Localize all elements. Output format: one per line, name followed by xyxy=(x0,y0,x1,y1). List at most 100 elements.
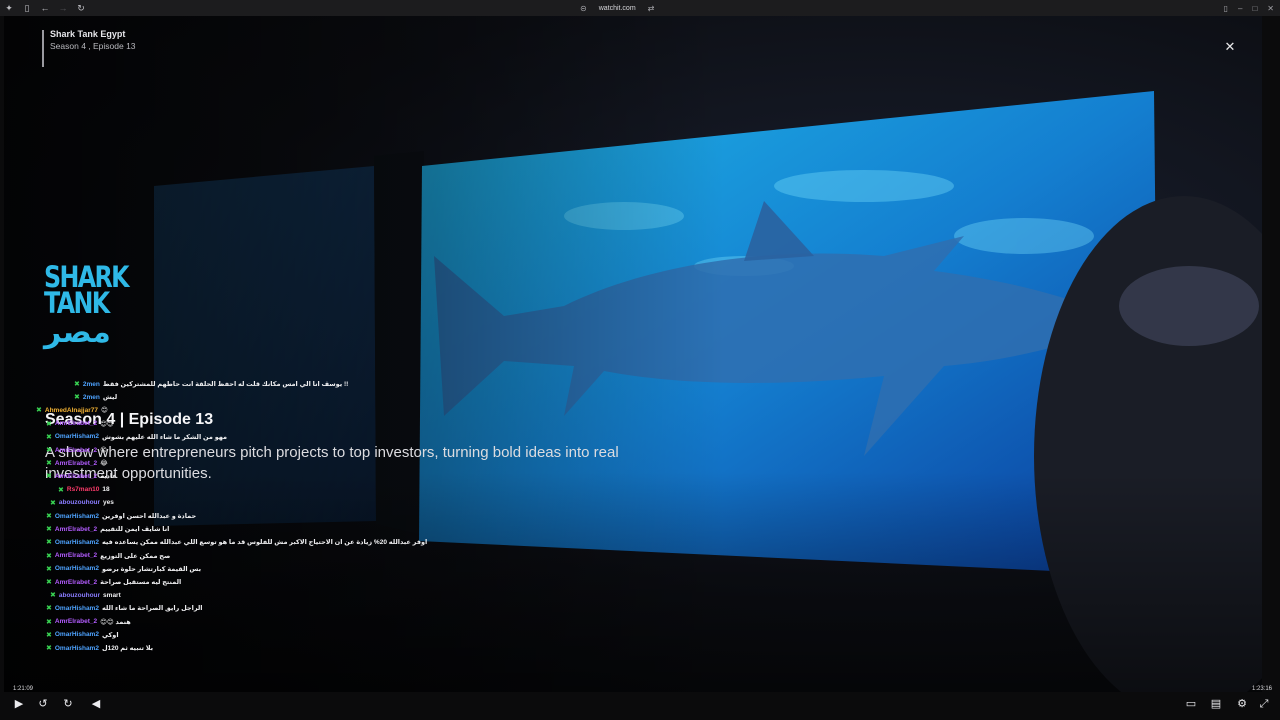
time-total: 1:23:16 xyxy=(1252,686,1273,692)
chat-username[interactable]: AmrElrabet_2 xyxy=(55,447,97,454)
chat-text: صح ممكن على التوزيع xyxy=(100,552,171,560)
chat-text: حمادة و عبدالله احسن اوفرين xyxy=(101,513,197,520)
chat-username[interactable]: OmarHisham2 xyxy=(55,565,99,572)
back-icon[interactable]: ← xyxy=(36,0,54,16)
chat-username[interactable]: AmrElrabet_2 xyxy=(55,460,97,467)
badge-icon: ✖ xyxy=(46,605,52,613)
swap-icon[interactable]: ⇄ xyxy=(648,4,655,13)
browser-toolbar: ✦ ▯ ← → ↻ ⊝ watchit.com ⇄ ▯ – □ ✕ xyxy=(0,0,1280,16)
chat-message: ✖ abouzouhour smart xyxy=(50,589,121,601)
chat-message: ✖ AmrElrabet_2 المنتج ليه مستقبل صراحة xyxy=(46,576,181,588)
badge-icon: ✖ xyxy=(50,499,56,507)
reload-icon[interactable]: ↻ xyxy=(72,0,90,16)
chat-username[interactable]: OmarHisham2 xyxy=(55,513,99,520)
fullscreen-icon[interactable]: ⤢ xyxy=(1257,697,1271,711)
forward-icon[interactable]: → xyxy=(54,0,72,16)
close-icon[interactable]: ✕ xyxy=(1224,40,1236,53)
chat-message: ✖ OmarHisham2 حمادة و عبدالله احسن اوفرين xyxy=(46,510,196,522)
show-logo: SHARK TANK مصر xyxy=(44,260,130,350)
sidebar-icon[interactable]: ▯ xyxy=(18,0,36,16)
chat-text: بلا تنبيه ثم 120ل xyxy=(101,645,154,652)
badge-icon: ✖ xyxy=(46,631,52,639)
badge-icon: ✖ xyxy=(74,381,80,388)
chat-text: ليش xyxy=(102,394,118,402)
player-controls: ▶ ↺ ↻ ◀ ▭ ▤ ⚙ ⤢ xyxy=(0,694,1280,716)
volume-icon[interactable]: ◀ xyxy=(89,697,103,711)
badge-icon: ✖ xyxy=(46,552,52,560)
chat-username[interactable]: abouzouhour xyxy=(59,592,100,599)
subtitles-icon[interactable]: ▭ xyxy=(1184,697,1198,711)
chat-message: ✖ AmrElrabet_2 😊 xyxy=(46,444,107,456)
badge-icon: ✖ xyxy=(46,433,52,441)
maximize-icon[interactable]: □ xyxy=(1252,4,1257,13)
panel-icon[interactable]: ▯ xyxy=(1224,4,1228,13)
chat-username[interactable]: OmarHisham2 xyxy=(55,433,99,440)
badge-icon: ✖ xyxy=(46,565,52,573)
chat-text: 😊😊 هنمد xyxy=(100,618,131,626)
season-episode: Season 4 , Episode 13 xyxy=(50,41,136,51)
address-bar[interactable]: watchit.com xyxy=(599,5,636,12)
time-elapsed: 1:21:09 xyxy=(13,686,34,692)
chat-username[interactable]: AhmedAlnajjar77 xyxy=(45,407,98,414)
chat-username[interactable]: abouzouhour xyxy=(59,499,100,506)
chat-message: ✖ AmrElrabet_2 😊😊 هنمد xyxy=(46,616,131,628)
badge-icon: ✖ xyxy=(46,513,52,520)
badge-icon: ✖ xyxy=(46,645,52,652)
badge-icon: ✖ xyxy=(46,420,52,428)
chat-message: ✖ AhmedAlnajjar77 😊 xyxy=(36,404,108,416)
chat-username[interactable]: OmarHisham2 xyxy=(55,631,99,638)
forward-10-icon[interactable]: ↻ xyxy=(61,697,75,711)
chat-text: يوسف انا الي امس مكانك قلت له احفظ الحلق… xyxy=(102,381,349,388)
chat-text: الراجل رايق الصراحة ما شاء الله xyxy=(101,605,203,613)
settings-icon[interactable]: ⚙ xyxy=(1235,697,1249,711)
chat-message: ✖ OmarHisham2 مهو من الشكر ما شاء الله علي… xyxy=(46,431,227,443)
chat-text: 😊 xyxy=(100,447,107,454)
chat-username[interactable]: OmarHisham2 xyxy=(55,539,99,546)
close-window-icon[interactable]: ✕ xyxy=(1267,4,1274,13)
badge-icon: ✖ xyxy=(46,447,52,454)
badge-icon: ✖ xyxy=(46,526,52,534)
episode-header: Shark Tank Egypt Season 4 , Episode 13 xyxy=(42,29,136,67)
chat-message: ✖ AmrElrabet_2 😊😊 xyxy=(46,418,114,430)
chat-text: 😂 xyxy=(100,460,108,468)
live-chat: ✖ 2men يوسف انا الي امس مكانك قلت له احفظ … xyxy=(0,378,427,684)
badge-icon: ✖ xyxy=(46,460,52,468)
chat-text: 😊😊 xyxy=(100,420,114,428)
badge-icon: ✖ xyxy=(50,592,56,600)
chat-username[interactable]: AmrElrabet_2 xyxy=(55,526,97,533)
chat-message: ✖ OmarHisham2 اوكي xyxy=(46,629,119,641)
rewind-10-icon[interactable]: ↺ xyxy=(36,697,50,711)
badge-icon: ✖ xyxy=(58,486,64,494)
chat-username[interactable]: AmrElrabet_2 xyxy=(55,473,97,480)
badge-icon: ✖ xyxy=(36,407,42,415)
chat-message: ✖ OmarHisham2 اوفر عبدالله 20% زيادة عن ان… xyxy=(46,536,427,548)
minimize-icon[interactable]: – xyxy=(1238,4,1242,13)
badge-icon: ✖ xyxy=(46,473,52,481)
chat-username[interactable]: Rs7man10 xyxy=(67,486,100,493)
chat-message: ✖ 2men يوسف انا الي امس مكانك قلت له احفظ … xyxy=(74,378,348,390)
chat-message: ✖ OmarHisham2 بس القيمة كبارتشار حلوة برضو xyxy=(46,563,201,575)
chat-username[interactable]: AmrElrabet_2 xyxy=(55,552,97,559)
chat-username[interactable]: AmrElrabet_2 xyxy=(55,618,97,625)
chat-username[interactable]: 2men xyxy=(83,381,100,388)
chat-message: ✖ AmrElrabet_2 صح ممكن على التوزيع xyxy=(46,550,170,562)
chat-message: ✖ abouzouhour yes xyxy=(50,497,114,509)
chat-username[interactable]: OmarHisham2 xyxy=(55,605,99,612)
badge-icon: ✖ xyxy=(74,394,80,402)
play-icon[interactable]: ▶ xyxy=(12,697,26,711)
chat-username[interactable]: 2men xyxy=(83,394,100,401)
badge-icon: ✖ xyxy=(46,618,52,626)
chat-message: ✖ OmarHisham2 بلا تنبيه ثم 120ل xyxy=(46,642,153,654)
app-icon[interactable]: ✦ xyxy=(0,0,18,16)
chat-text: المنتج ليه مستقبل صراحة xyxy=(100,579,182,586)
chat-text: اوكي xyxy=(101,631,119,639)
episodes-icon[interactable]: ▤ xyxy=(1209,697,1223,711)
chat-text: مهو من الشكر ما شاء الله عليهم بشوش xyxy=(101,433,228,441)
badge-icon: ✖ xyxy=(46,539,52,547)
chat-message: ✖ AmrElrabet_2 انا شايف ايمن للتقييم xyxy=(46,523,169,535)
chat-username[interactable]: AmrElrabet_2 xyxy=(55,420,97,427)
chat-text: 18 xyxy=(102,486,110,494)
chat-username[interactable]: AmrElrabet_2 xyxy=(55,579,97,586)
chat-message: ✖ AmrElrabet_2 عادية xyxy=(46,470,117,482)
chat-username[interactable]: OmarHisham2 xyxy=(55,645,99,652)
